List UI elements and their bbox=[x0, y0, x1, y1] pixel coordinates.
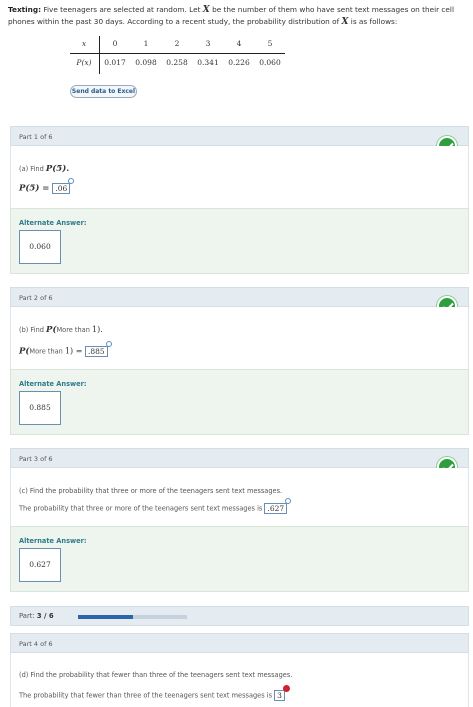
part-2-question: (b) Find P(More than 1). bbox=[19, 325, 103, 335]
part-2-alternate-value: 0.885 bbox=[19, 391, 61, 425]
part-1-alternate-value: 0.060 bbox=[19, 230, 61, 264]
part-4-answer-line: The probability that fewer than three of… bbox=[19, 685, 290, 701]
x-value: 0 bbox=[112, 39, 118, 48]
part-4-question: (d) Find the probability that fewer than… bbox=[19, 671, 293, 679]
progress-bar-panel: Part: 3 / 6 bbox=[10, 606, 469, 626]
px-row-label: P(x) bbox=[76, 58, 92, 67]
part-3-question: (c) Find the probability that three or m… bbox=[19, 487, 283, 495]
part-3-alternate-value: 0.627 bbox=[19, 548, 61, 582]
part-1-header: Part 1 of 6 bbox=[10, 126, 469, 146]
problem-statement: Texting: Five teenagers are selected at … bbox=[8, 5, 454, 27]
p-value: 0.017 bbox=[104, 58, 126, 67]
error-icon[interactable] bbox=[282, 685, 290, 692]
part-2-answer-input[interactable]: .885 bbox=[84, 346, 108, 357]
part-4-answer-input[interactable]: 3 bbox=[274, 690, 285, 701]
part-1-body bbox=[10, 146, 469, 208]
x-row-label: x bbox=[81, 39, 87, 48]
alternate-answer-label: Alternate Answer: bbox=[19, 219, 87, 227]
x-value: 2 bbox=[174, 39, 180, 48]
x-value: 1 bbox=[143, 39, 149, 48]
p-value: 0.098 bbox=[135, 58, 157, 67]
probability-distribution-table: x P(x) 0 1 2 3 4 5 0.017 0.098 0.258 0.3… bbox=[70, 36, 285, 74]
info-icon[interactable] bbox=[105, 341, 112, 347]
part-1-answer-line: P(5) = .06 bbox=[19, 178, 75, 194]
part-3-answer-input[interactable]: .627 bbox=[264, 503, 288, 514]
progress-track bbox=[78, 615, 187, 619]
part-2-answer-line: P(More than 1) = .885 bbox=[19, 341, 112, 357]
part-3-header: Part 3 of 6 bbox=[10, 448, 469, 468]
progress-label: Part: 3 / 6 bbox=[19, 612, 54, 620]
part-2-header: Part 2 of 6 bbox=[10, 287, 469, 307]
part-3-body bbox=[10, 468, 469, 526]
part-2-alternate-panel bbox=[10, 369, 469, 435]
send-to-excel-button[interactable]: Send data to Excel bbox=[70, 85, 137, 98]
p-value: 0.258 bbox=[166, 58, 188, 67]
alternate-answer-label: Alternate Answer: bbox=[19, 537, 87, 545]
part-3-alternate-panel bbox=[10, 526, 469, 592]
p-value: 0.226 bbox=[228, 58, 250, 67]
x-value: 4 bbox=[236, 39, 242, 48]
p-value: 0.060 bbox=[259, 58, 281, 67]
part-1-answer-input[interactable]: .06 bbox=[52, 183, 71, 194]
problem-lead: Texting: bbox=[8, 5, 41, 14]
x-value: 3 bbox=[205, 39, 211, 48]
p-value: 0.341 bbox=[197, 58, 219, 67]
part-1-alternate-panel bbox=[10, 208, 469, 274]
info-icon[interactable] bbox=[68, 178, 75, 184]
alternate-answer-label: Alternate Answer: bbox=[19, 380, 87, 388]
part-2-body bbox=[10, 307, 469, 369]
x-value: 5 bbox=[267, 39, 273, 48]
table-divider-horizontal bbox=[70, 53, 285, 54]
progress-fill bbox=[78, 615, 133, 619]
part-1-question: (a) Find P(5). bbox=[19, 164, 70, 174]
part-3-answer-line: The probability that three or more of th… bbox=[19, 498, 292, 514]
info-icon[interactable] bbox=[285, 498, 292, 504]
part-4-header: Part 4 of 6 bbox=[10, 633, 469, 653]
